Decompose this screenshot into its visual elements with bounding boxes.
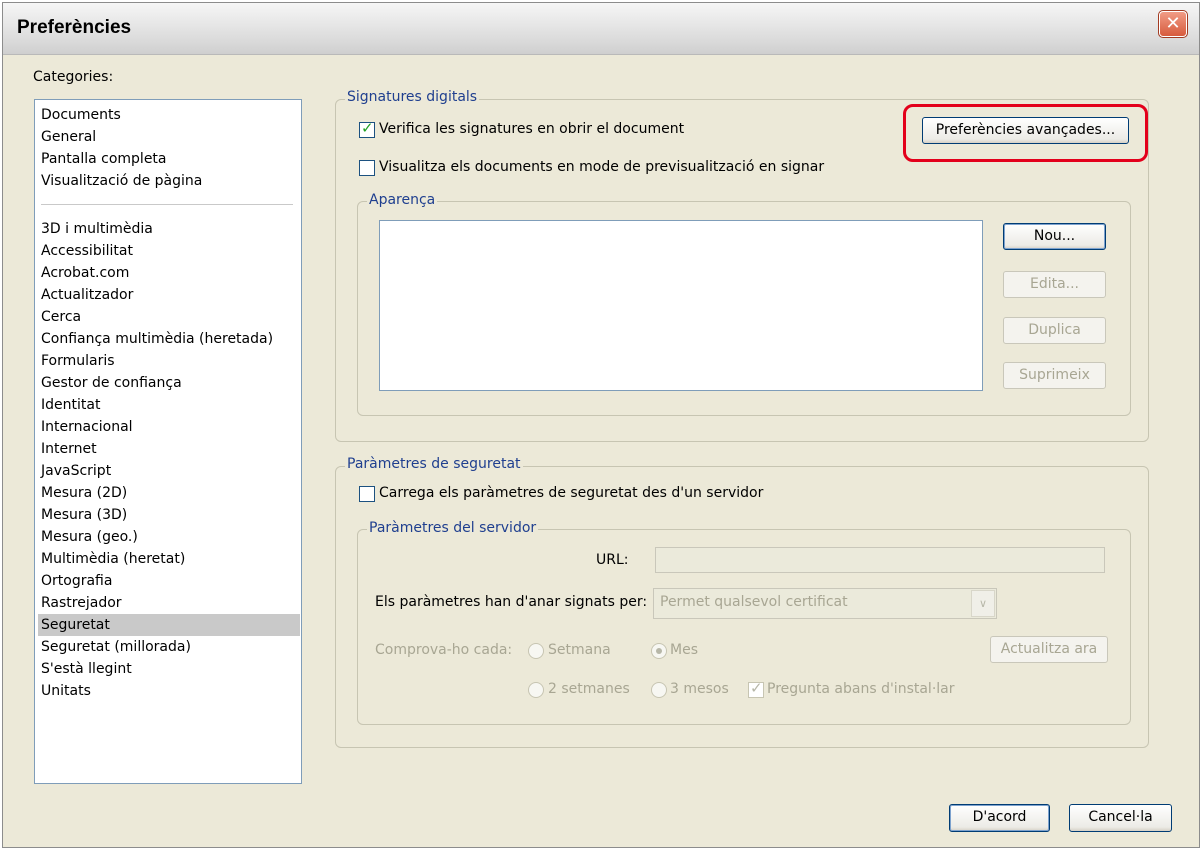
list-item[interactable]: Visualització de pàgina: [38, 170, 300, 192]
appearance-list[interactable]: [379, 220, 983, 391]
list-item[interactable]: Formularis: [38, 350, 300, 372]
server-settings-legend: Paràmetres del servidor: [367, 520, 539, 536]
list-item[interactable]: Multimèdia (heretat): [38, 548, 300, 570]
verify-signatures-checkbox[interactable]: ✓: [359, 119, 375, 138]
check-every-label: Comprova-ho cada:: [375, 642, 513, 658]
categories-label: Categories:: [33, 69, 114, 85]
list-item[interactable]: Acrobat.com: [38, 262, 300, 284]
url-label: URL:: [596, 552, 629, 568]
list-item[interactable]: Seguretat (millorada): [38, 636, 300, 658]
list-item[interactable]: Unitats: [38, 680, 300, 702]
three-months-radio[interactable]: [651, 682, 667, 698]
security-settings-legend: Paràmetres de seguretat: [345, 456, 523, 472]
list-item[interactable]: Confiança multimèdia (heretada): [38, 328, 300, 350]
url-input[interactable]: [655, 547, 1105, 573]
list-item[interactable]: Gestor de confiança: [38, 372, 300, 394]
month-radio[interactable]: [651, 643, 667, 659]
list-item[interactable]: Pantalla completa: [38, 148, 300, 170]
chevron-down-icon: ∨: [971, 590, 995, 617]
new-appearance-button[interactable]: Nou...: [1003, 223, 1106, 250]
ask-before-install-checkbox[interactable]: ✓: [748, 679, 764, 698]
list-item[interactable]: Ortografia: [38, 570, 300, 592]
list-item[interactable]: Documents: [38, 104, 300, 126]
load-from-server-checkbox[interactable]: [359, 486, 375, 502]
list-item[interactable]: Actualitzador: [38, 284, 300, 306]
three-months-label: 3 mesos: [670, 681, 729, 697]
list-item[interactable]: Cerca: [38, 306, 300, 328]
checkmark-icon: ✓: [361, 119, 374, 137]
preferences-dialog: Preferències ✕ Categories: Documents Gen…: [2, 2, 1200, 848]
digital-signatures-legend: Signatures digitals: [345, 89, 480, 105]
signed-by-label: Els paràmetres han d'anar signats per:: [375, 594, 648, 610]
highlight-annotation: [903, 104, 1148, 162]
month-label: Mes: [670, 642, 698, 658]
list-item[interactable]: General: [38, 126, 300, 148]
week-radio[interactable]: [528, 643, 544, 659]
verify-signatures-label: Verifica les signatures en obrir el docu…: [379, 121, 685, 137]
two-weeks-label: 2 setmanes: [548, 681, 630, 697]
list-item[interactable]: Internet: [38, 438, 300, 460]
list-item[interactable]: S'està llegint: [38, 658, 300, 680]
two-weeks-radio[interactable]: [528, 682, 544, 698]
list-separator: [41, 204, 293, 205]
load-from-server-label: Carrega els paràmetres de seguretat des …: [379, 485, 764, 501]
list-item[interactable]: Mesura (2D): [38, 482, 300, 504]
week-label: Setmana: [548, 642, 611, 658]
list-item[interactable]: Identitat: [38, 394, 300, 416]
ok-button[interactable]: D'acord: [949, 804, 1050, 832]
preview-mode-checkbox[interactable]: [359, 160, 375, 176]
list-item[interactable]: Mesura (geo.): [38, 526, 300, 548]
appearance-legend: Aparença: [367, 192, 438, 208]
list-item-selected[interactable]: Seguretat: [38, 614, 300, 636]
radio-selected-dot: [656, 648, 662, 654]
window-title: Preferències: [17, 17, 132, 38]
categories-list[interactable]: Documents General Pantalla completa Visu…: [34, 99, 302, 784]
checkmark-icon: ✓: [750, 679, 763, 697]
close-icon: ✕: [1165, 13, 1181, 34]
list-item[interactable]: JavaScript: [38, 460, 300, 482]
cancel-button[interactable]: Cancel·la: [1069, 804, 1172, 832]
ask-before-install-label: Pregunta abans d'instal·lar: [767, 681, 955, 697]
signed-by-select[interactable]: Permet qualsevol certificat ∨: [653, 588, 997, 619]
list-item[interactable]: 3D i multimèdia: [38, 218, 300, 240]
update-now-button[interactable]: Actualitza ara: [990, 636, 1108, 663]
signed-by-value: Permet qualsevol certificat: [660, 594, 848, 610]
list-item[interactable]: Accessibilitat: [38, 240, 300, 262]
close-button[interactable]: ✕: [1158, 10, 1188, 38]
delete-appearance-button[interactable]: Suprimeix: [1003, 362, 1106, 389]
edit-appearance-button[interactable]: Edita...: [1003, 271, 1106, 298]
list-item[interactable]: Rastrejador: [38, 592, 300, 614]
title-bar: Preferències ✕: [3, 3, 1199, 55]
list-item[interactable]: Internacional: [38, 416, 300, 438]
preview-mode-label: Visualitza els documents en mode de prev…: [379, 159, 825, 175]
list-item[interactable]: Mesura (3D): [38, 504, 300, 526]
duplicate-appearance-button[interactable]: Duplica: [1003, 317, 1106, 344]
